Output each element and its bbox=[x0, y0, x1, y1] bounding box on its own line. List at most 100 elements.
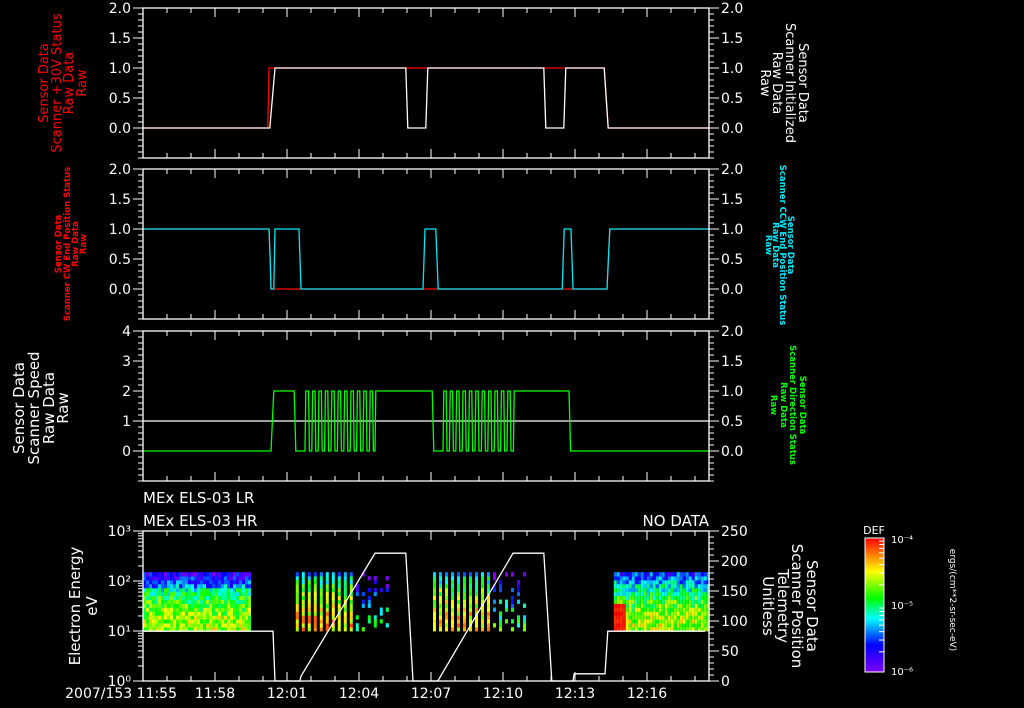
label-line: Raw bbox=[763, 235, 773, 255]
spectrogram-cell bbox=[475, 623, 478, 628]
spectrogram-cell bbox=[679, 595, 683, 600]
spectrogram-cell bbox=[218, 572, 221, 577]
spectrogram-cell bbox=[191, 572, 194, 577]
tick-label: 2.0 bbox=[721, 162, 743, 178]
spectrogram-cell bbox=[670, 607, 674, 612]
spectrogram-cell bbox=[499, 611, 502, 616]
colorbar-title: DEF bbox=[863, 524, 885, 537]
spectrogram-cell bbox=[319, 607, 323, 612]
spectrogram-cell bbox=[697, 599, 701, 604]
spectrogram-cell bbox=[221, 580, 224, 585]
spectrogram-cell bbox=[676, 584, 680, 589]
spectrogram-cell bbox=[433, 615, 436, 620]
spectrogram-cell bbox=[155, 572, 158, 577]
spectrogram-cell bbox=[170, 615, 173, 620]
spectrogram-cell bbox=[700, 580, 704, 585]
spectrogram-cell bbox=[457, 599, 460, 604]
spectrogram-cell bbox=[697, 615, 701, 620]
spectrogram-cell bbox=[673, 572, 677, 577]
spectrogram-cell bbox=[248, 584, 251, 589]
spectrogram-cell bbox=[188, 572, 191, 577]
spectrogram-cell bbox=[158, 599, 161, 604]
spectrogram-cell bbox=[242, 595, 245, 600]
spectrogram-cell bbox=[652, 584, 656, 589]
spectrogram-cell bbox=[197, 623, 200, 628]
spectrogram-cell bbox=[658, 580, 662, 585]
spectrogram-cell bbox=[331, 607, 335, 612]
spectrogram-cell bbox=[637, 595, 641, 600]
spectrogram-cell bbox=[673, 619, 677, 624]
spectrogram-cell bbox=[295, 607, 299, 612]
tick-label: 0.5 bbox=[721, 91, 743, 107]
spectrogram-cell bbox=[215, 599, 218, 604]
spectrogram-cell bbox=[688, 623, 692, 628]
spectrogram-cell bbox=[700, 587, 704, 593]
spectrogram-cell bbox=[652, 603, 656, 608]
tick-label: 1.5 bbox=[721, 192, 743, 208]
spectrogram-cell bbox=[439, 572, 442, 577]
spectrogram-cell bbox=[655, 623, 659, 628]
spectrogram-cell bbox=[239, 603, 242, 608]
spectrogram-cell bbox=[218, 615, 221, 620]
spectrogram-cell bbox=[307, 611, 311, 616]
spectrogram-cell bbox=[230, 584, 233, 589]
spectrogram-cell bbox=[649, 623, 653, 628]
spectrogram-cell bbox=[176, 584, 179, 589]
spectrogram-cell bbox=[637, 607, 641, 612]
spectrogram-cell bbox=[188, 607, 191, 612]
spectrogram-cell bbox=[673, 576, 677, 581]
spectrogram-cell bbox=[152, 584, 155, 589]
spectrogram-cell bbox=[200, 576, 203, 581]
spectrogram-cell bbox=[493, 576, 496, 581]
spectrogram-cell bbox=[155, 576, 158, 581]
spectrogram-cell bbox=[224, 611, 227, 616]
spectrogram-cell bbox=[194, 580, 197, 585]
spectrogram-cell bbox=[499, 584, 502, 589]
spectrogram-cell bbox=[218, 595, 221, 600]
spectrogram-cell bbox=[212, 619, 215, 624]
spectrogram-cell bbox=[619, 599, 623, 604]
spectrogram-cell bbox=[218, 591, 221, 597]
spectrogram-cell bbox=[469, 611, 472, 616]
spectrogram-cell bbox=[670, 619, 674, 624]
spectrogram-cell bbox=[457, 615, 460, 620]
spectrogram-cell bbox=[173, 587, 176, 593]
spectrogram-cell bbox=[301, 580, 305, 585]
spectrogram-cell bbox=[313, 584, 317, 589]
spectrogram-cell bbox=[179, 587, 182, 593]
spectrogram-cell bbox=[221, 572, 224, 577]
spectrogram-cell bbox=[295, 627, 299, 632]
spectrogram-cell bbox=[295, 584, 299, 589]
spectrogram-cell bbox=[301, 619, 305, 624]
spectrogram-cell bbox=[230, 599, 233, 604]
spectrogram-cell bbox=[215, 584, 218, 589]
spectrogram-cell bbox=[694, 576, 698, 581]
instrument-title-hr: MEx ELS-03 HR bbox=[143, 512, 257, 530]
spectrogram-cell bbox=[700, 599, 704, 604]
spectrogram-cell bbox=[658, 607, 662, 612]
spectrogram-cell bbox=[622, 603, 626, 608]
spectrogram-cell bbox=[307, 599, 311, 604]
spectrogram-cell bbox=[655, 584, 659, 589]
spectrogram-cell bbox=[694, 619, 698, 624]
spectrogram-cell bbox=[209, 576, 212, 581]
spectrogram-cell bbox=[325, 595, 329, 600]
spectrogram-cell bbox=[475, 627, 478, 632]
spectrogram-cell bbox=[625, 603, 629, 608]
tick-label: 1 bbox=[122, 414, 131, 430]
spectrogram-cell bbox=[236, 623, 239, 628]
spectrogram-cell bbox=[439, 611, 442, 616]
spectrogram-cell bbox=[433, 595, 436, 600]
spectrogram-cell bbox=[236, 580, 239, 585]
spectrogram-cell bbox=[337, 615, 341, 620]
spectrogram-cell bbox=[230, 607, 233, 612]
spectrogram-cell bbox=[673, 587, 677, 593]
spectrogram-cell bbox=[700, 572, 704, 577]
spectrogram-cell bbox=[161, 587, 164, 593]
spectrogram-cell bbox=[367, 595, 371, 600]
spectrogram-cell bbox=[170, 611, 173, 616]
spectrogram-cell bbox=[203, 580, 206, 585]
spectrogram-cell bbox=[637, 599, 641, 604]
spectrogram-cell bbox=[331, 599, 335, 604]
spectrogram-cell bbox=[343, 587, 347, 593]
